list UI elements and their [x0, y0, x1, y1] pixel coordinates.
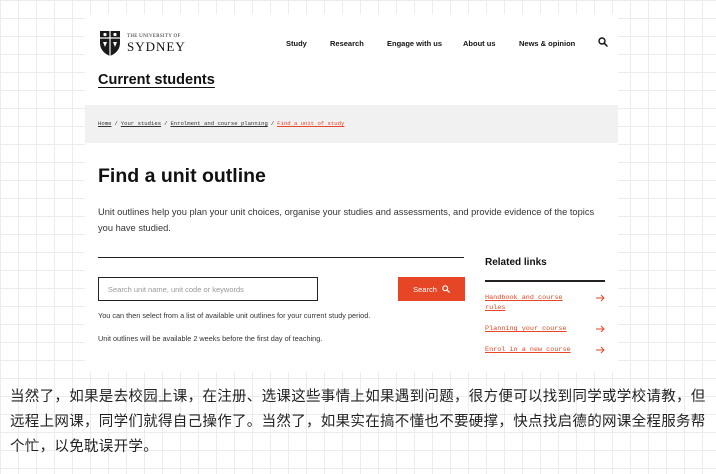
related-link-label: Enrol in a new course: [485, 346, 571, 354]
related-link-enrol[interactable]: Enrol in a new course: [485, 346, 609, 356]
content-divider: [98, 257, 464, 258]
page-title: Find a unit outline: [98, 165, 266, 187]
arrow-right-icon: [596, 346, 605, 354]
lead-paragraph: Unit outlines help you plan your unit ch…: [98, 207, 595, 233]
article-caption: 当然了，如果是去校园上课，在注册、选课这些事情上如果遇到问题，很方便可以找到同学…: [10, 389, 706, 455]
breadcrumb-home[interactable]: Home: [98, 120, 111, 127]
breadcrumb-enrolment[interactable]: Enrolment and course planning: [170, 120, 267, 127]
screenshot-panel: THE UNIVERSITY OF SYDNEY Study Research …: [85, 14, 618, 372]
university-crest-icon: [100, 31, 120, 56]
breadcrumb-separator: /: [270, 120, 275, 127]
related-link-handbook[interactable]: Handbook and course rules: [485, 294, 609, 313]
related-links-divider: [485, 280, 605, 282]
breadcrumb-current[interactable]: Find a unit of study: [277, 120, 344, 127]
search-input[interactable]: [98, 277, 318, 301]
breadcrumb: Home / Your studies / Enrolment and course p…: [98, 120, 344, 127]
arrow-right-icon: [596, 294, 605, 302]
search-icon: [442, 285, 450, 293]
breadcrumb-separator: /: [114, 120, 118, 127]
site-header: THE UNIVERSITY OF SYDNEY Study Research …: [85, 14, 618, 74]
arrow-right-icon: [596, 325, 605, 333]
availability-note: Unit outlines will be available 2 weeks …: [98, 334, 323, 343]
search-icon[interactable]: [598, 37, 608, 47]
nav-item-about[interactable]: About us: [463, 39, 496, 48]
logo-small-text: THE UNIVERSITY OF: [127, 33, 181, 39]
nav-item-research[interactable]: Research: [330, 39, 364, 48]
search-button[interactable]: Search: [398, 277, 465, 301]
select-note: You can then select from a list of avail…: [98, 311, 371, 320]
related-links-title: Related links: [485, 257, 547, 268]
related-link-label: Planning your course: [485, 325, 567, 333]
logo-big-text: SYDNEY: [127, 38, 186, 54]
university-logo[interactable]: THE UNIVERSITY OF SYDNEY: [98, 29, 186, 57]
related-link-label: Handbook and course rules: [485, 294, 563, 312]
nav-item-study[interactable]: Study: [286, 39, 307, 48]
section-title[interactable]: Current students: [98, 72, 215, 88]
search-button-label: Search: [413, 284, 437, 294]
nav-item-engage[interactable]: Engage with us: [387, 39, 442, 48]
nav-item-news[interactable]: News & opinion: [519, 39, 575, 48]
related-link-planning[interactable]: Planning your course: [485, 325, 609, 335]
breadcrumb-your-studies[interactable]: Your studies: [121, 120, 161, 127]
breadcrumb-separator: /: [164, 120, 168, 127]
logo-wordmark: THE UNIVERSITY OF SYDNEY: [127, 34, 186, 53]
breadcrumb-bar: Home / Your studies / Enrolment and course p…: [85, 105, 618, 143]
